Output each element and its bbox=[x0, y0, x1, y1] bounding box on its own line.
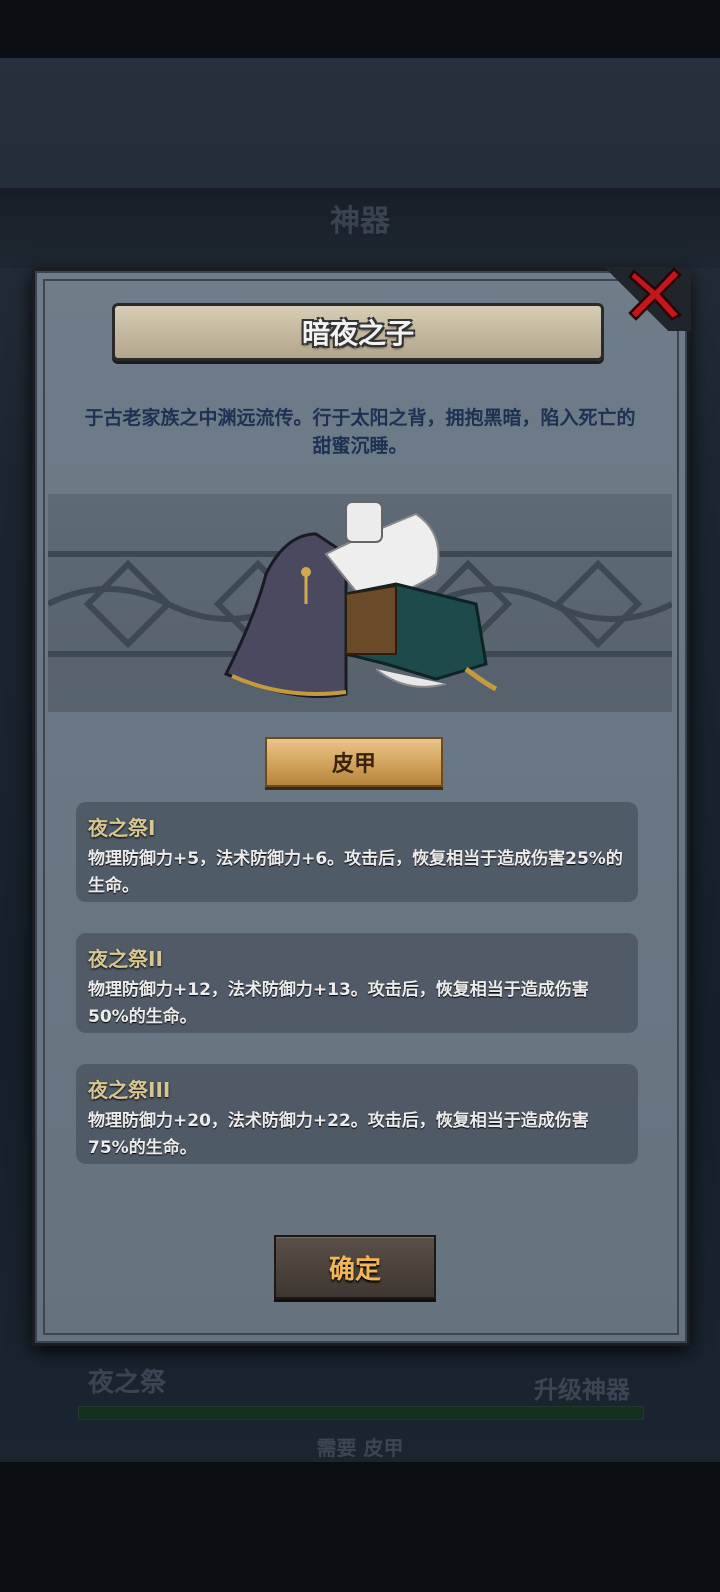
background-requirement: 需要 皮甲 bbox=[316, 1436, 404, 1460]
close-button[interactable] bbox=[626, 265, 684, 323]
item-type-badge: 皮甲 bbox=[265, 737, 443, 787]
armor-item-image bbox=[223, 501, 498, 698]
skill-entry: 夜之祭I 物理防御力+5，法术防御力+6。攻击后，恢复相当于造成伤害25%的生命… bbox=[76, 802, 638, 902]
confirm-button[interactable]: 确定 bbox=[274, 1235, 436, 1299]
skill-description: 物理防御力+5，法术防御力+6。攻击后，恢复相当于造成伤害25%的生命。 bbox=[88, 849, 623, 896]
background-title: 神器 bbox=[330, 204, 390, 239]
background-bottom-panel: 夜之祭 升级神器 需要 皮甲 bbox=[0, 1336, 720, 1462]
skill-description: 物理防御力+12，法术防御力+13。攻击后，恢复相当于造成伤害50%的生命。 bbox=[88, 980, 589, 1027]
background-skill-label: 夜之祭 bbox=[88, 1368, 167, 1398]
dialog-title: 暗夜之子 bbox=[301, 317, 414, 350]
close-icon bbox=[628, 267, 683, 321]
skill-entry: 夜之祭III 物理防御力+20，法术防御力+22。攻击后，恢复相当于造成伤害75… bbox=[76, 1064, 638, 1164]
item-type-label: 皮甲 bbox=[331, 752, 376, 777]
confirm-label: 确定 bbox=[328, 1254, 381, 1285]
skill-name: 夜之祭II bbox=[88, 947, 163, 971]
skill-description: 物理防御力+20，法术防御力+22。攻击后，恢复相当于造成伤害75%的生命。 bbox=[88, 1111, 589, 1158]
skill-name: 夜之祭III bbox=[88, 1078, 171, 1102]
item-description: 于古老家族之中渊远流传。行于太阳之背，拥抱黑暗，陷入死亡的甜蜜沉睡。 bbox=[84, 407, 636, 457]
background-upgrade-label: 升级神器 bbox=[534, 1376, 630, 1404]
background-progress-bar bbox=[78, 1406, 644, 1420]
skill-entry: 夜之祭II 物理防御力+12，法术防御力+13。攻击后，恢复相当于造成伤害50%… bbox=[76, 933, 638, 1033]
title-banner: 暗夜之子 bbox=[112, 303, 604, 361]
skill-name: 夜之祭I bbox=[88, 816, 156, 840]
